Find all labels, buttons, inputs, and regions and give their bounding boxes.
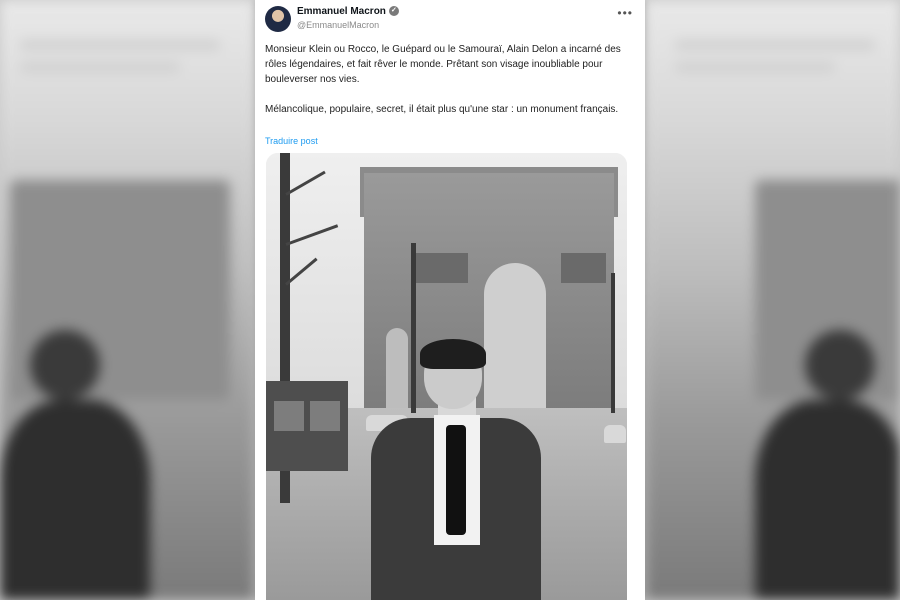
tweet-card: Emmanuel Macron ✓ @EmmanuelMacron ••• Mon… — [255, 0, 645, 600]
more-options-icon[interactable]: ••• — [617, 6, 633, 20]
tree-trunk — [611, 273, 615, 413]
tweet-body: Monsieur Klein ou Rocco, le Guépard ou l… — [265, 42, 630, 132]
car — [604, 425, 626, 443]
tweet-paragraph-1: Monsieur Klein ou Rocco, le Guépard ou l… — [265, 44, 621, 85]
tweet-header: Emmanuel Macron ✓ @EmmanuelMacron ••• — [265, 4, 635, 36]
author-name-text[interactable]: Emmanuel Macron — [297, 6, 386, 17]
arc-main-opening — [484, 263, 546, 413]
tweet-photo[interactable] — [266, 153, 627, 600]
kiosk-window — [310, 401, 340, 431]
man-tie — [446, 425, 466, 535]
kiosk-window — [274, 401, 304, 431]
blurred-background-right — [645, 0, 900, 600]
tree-trunk — [411, 243, 416, 413]
kiosk — [266, 381, 348, 471]
tweet-paragraph-2: Mélancolique, populaire, secret, il étai… — [265, 104, 619, 115]
man-hair — [420, 339, 486, 369]
verified-badge-icon: ✓ — [388, 6, 399, 17]
arc-relief — [561, 253, 606, 283]
arc-side-opening — [386, 328, 408, 408]
translate-post-link[interactable]: Traduire post — [265, 136, 318, 146]
author-handle[interactable]: @EmmanuelMacron — [297, 20, 379, 30]
avatar[interactable] — [265, 6, 291, 32]
arc-relief — [416, 253, 468, 283]
blurred-background-left — [0, 0, 255, 600]
author-name[interactable]: Emmanuel Macron ✓ — [297, 6, 399, 17]
